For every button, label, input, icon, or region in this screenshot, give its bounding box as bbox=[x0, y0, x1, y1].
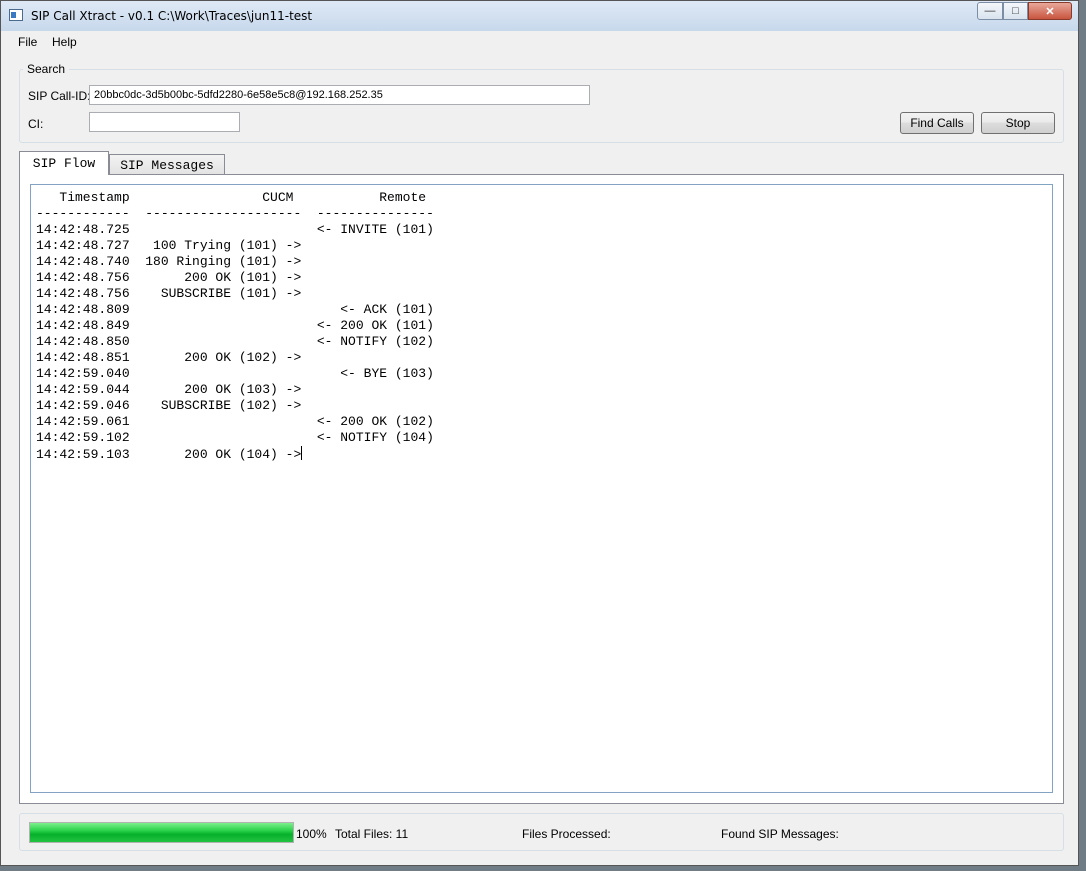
flow-lines: Timestamp CUCM Remote ------------ -----… bbox=[36, 190, 434, 462]
flow-line: 14:42:48.727 100 Trying (101) -> bbox=[36, 238, 302, 253]
title-bar[interactable]: SIP Call Xtract - v0.1 C:\Work\Traces\ju… bbox=[1, 1, 1078, 32]
flow-line: 14:42:59.040 <- BYE (103) bbox=[36, 366, 434, 381]
sip-flow-text[interactable]: Timestamp CUCM Remote ------------ -----… bbox=[30, 184, 1053, 793]
ci-input[interactable] bbox=[89, 112, 240, 132]
flow-line: 14:42:48.809 <- ACK (101) bbox=[36, 302, 434, 317]
flow-line: 14:42:48.756 SUBSCRIBE (101) -> bbox=[36, 286, 302, 301]
flow-line: 14:42:48.725 <- INVITE (101) bbox=[36, 222, 434, 237]
maximize-button[interactable]: □ bbox=[1003, 2, 1028, 20]
flow-line: 14:42:48.850 <- NOTIFY (102) bbox=[36, 334, 434, 349]
menu-file[interactable]: File bbox=[15, 34, 40, 50]
menu-help[interactable]: Help bbox=[49, 34, 80, 50]
progress-percent: 100% bbox=[296, 827, 327, 841]
minimize-button[interactable]: — bbox=[977, 2, 1003, 20]
app-icon bbox=[9, 9, 23, 21]
flow-line: 14:42:59.102 <- NOTIFY (104) bbox=[36, 430, 434, 445]
menu-bar: File Help bbox=[1, 31, 1078, 53]
find-calls-button[interactable]: Find Calls bbox=[900, 112, 974, 134]
window-title: SIP Call Xtract - v0.1 C:\Work\Traces\ju… bbox=[31, 9, 313, 23]
flow-line: 14:42:48.851 200 OK (102) -> bbox=[36, 350, 302, 365]
files-processed-label: Files Processed: bbox=[522, 827, 611, 841]
tab-sip-flow[interactable]: SIP Flow bbox=[19, 151, 109, 175]
call-id-input[interactable] bbox=[89, 85, 590, 105]
tab-sip-messages[interactable]: SIP Messages bbox=[109, 154, 225, 175]
flow-header: Timestamp CUCM Remote bbox=[36, 190, 427, 205]
flow-line: 14:42:48.849 <- 200 OK (101) bbox=[36, 318, 434, 333]
flow-line: 14:42:59.061 <- 200 OK (102) bbox=[36, 414, 434, 429]
flow-line: 14:42:59.044 200 OK (103) -> bbox=[36, 382, 302, 397]
stop-button[interactable]: Stop bbox=[981, 112, 1055, 134]
flow-line: 14:42:48.756 200 OK (101) -> bbox=[36, 270, 302, 285]
call-id-label: SIP Call-ID: bbox=[28, 89, 91, 103]
app-window: SIP Call Xtract - v0.1 C:\Work\Traces\ju… bbox=[0, 0, 1079, 866]
flow-line: 14:42:59.046 SUBSCRIBE (102) -> bbox=[36, 398, 302, 413]
progress-fill bbox=[30, 823, 293, 842]
search-group-title: Search bbox=[23, 62, 70, 76]
close-button[interactable]: ✕ bbox=[1028, 2, 1072, 20]
window-controls: — □ ✕ bbox=[977, 2, 1072, 22]
found-sip-messages-label: Found SIP Messages: bbox=[721, 827, 839, 841]
text-caret bbox=[301, 446, 303, 460]
flow-separator: ------------ -------------------- ------… bbox=[36, 206, 434, 221]
flow-line-last: 14:42:59.103 200 OK (104) -> bbox=[36, 446, 434, 462]
total-files-label: Total Files: 11 bbox=[335, 827, 409, 841]
flow-line-last-text: 14:42:59.103 200 OK (104) -> bbox=[36, 447, 302, 462]
sip-flow-panel: Timestamp CUCM Remote ------------ -----… bbox=[19, 174, 1064, 804]
flow-line: 14:42:48.740 180 Ringing (101) -> bbox=[36, 254, 302, 269]
progress-bar bbox=[29, 822, 294, 843]
ci-label: CI: bbox=[28, 117, 44, 131]
